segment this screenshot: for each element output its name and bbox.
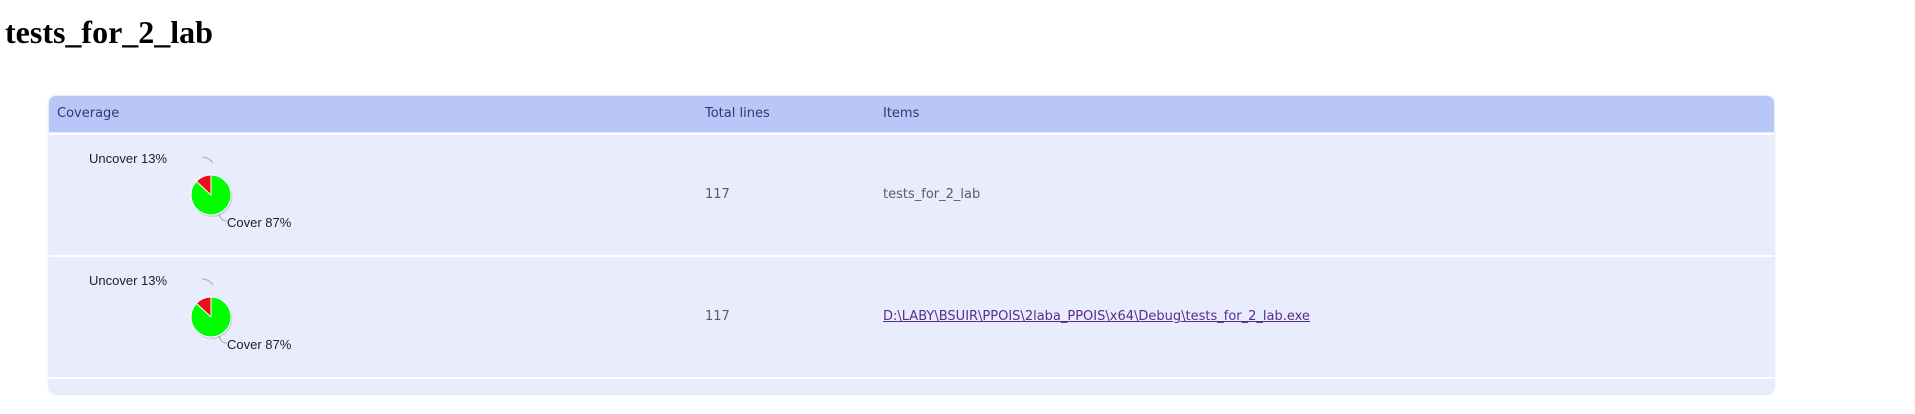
pie-group bbox=[190, 174, 233, 217]
total-lines-value: 117 bbox=[705, 309, 730, 324]
column-header-items[interactable]: Items bbox=[883, 96, 919, 132]
column-header-coverage[interactable]: Coverage bbox=[57, 96, 119, 132]
uncover-label: Uncover 13% bbox=[89, 151, 168, 166]
uncover-label: Uncover 13% bbox=[89, 273, 168, 288]
coverage-pie-chart: Uncover 13% Cover 87% bbox=[49, 257, 379, 377]
column-header-total-lines[interactable]: Total lines bbox=[705, 96, 770, 132]
total-lines-value: 117 bbox=[705, 187, 730, 202]
item-link[interactable]: D:\LABY\BSUIR\PPOIS\2laba_PPOIS\x64\Debu… bbox=[883, 309, 1310, 324]
pie-group bbox=[190, 296, 233, 339]
coverage-table: Coverage Total lines Items Uncover 13% C… bbox=[49, 96, 1774, 394]
coverage-pie-chart: Uncover 13% Cover 87% bbox=[49, 135, 379, 255]
table-footer bbox=[49, 377, 1774, 394]
page-title: tests_for_2_lab bbox=[5, 14, 213, 50]
item-path-link[interactable]: D:\LABY\BSUIR\PPOIS\2laba_PPOIS\x64\Debu… bbox=[883, 257, 1310, 377]
table-row: Uncover 13% Cover 87% 117 D:\LABY\BSUIR\… bbox=[49, 255, 1774, 377]
item-name: tests_for_2_lab bbox=[883, 187, 981, 202]
cover-label: Cover 87% bbox=[227, 337, 292, 352]
uncover-leader-line bbox=[201, 278, 214, 286]
table-header: Coverage Total lines Items bbox=[49, 96, 1774, 132]
uncover-leader-line bbox=[201, 156, 214, 164]
table-row: Uncover 13% Cover 87% 117 tests_for_2_la… bbox=[49, 133, 1774, 255]
cover-label: Cover 87% bbox=[227, 215, 292, 230]
